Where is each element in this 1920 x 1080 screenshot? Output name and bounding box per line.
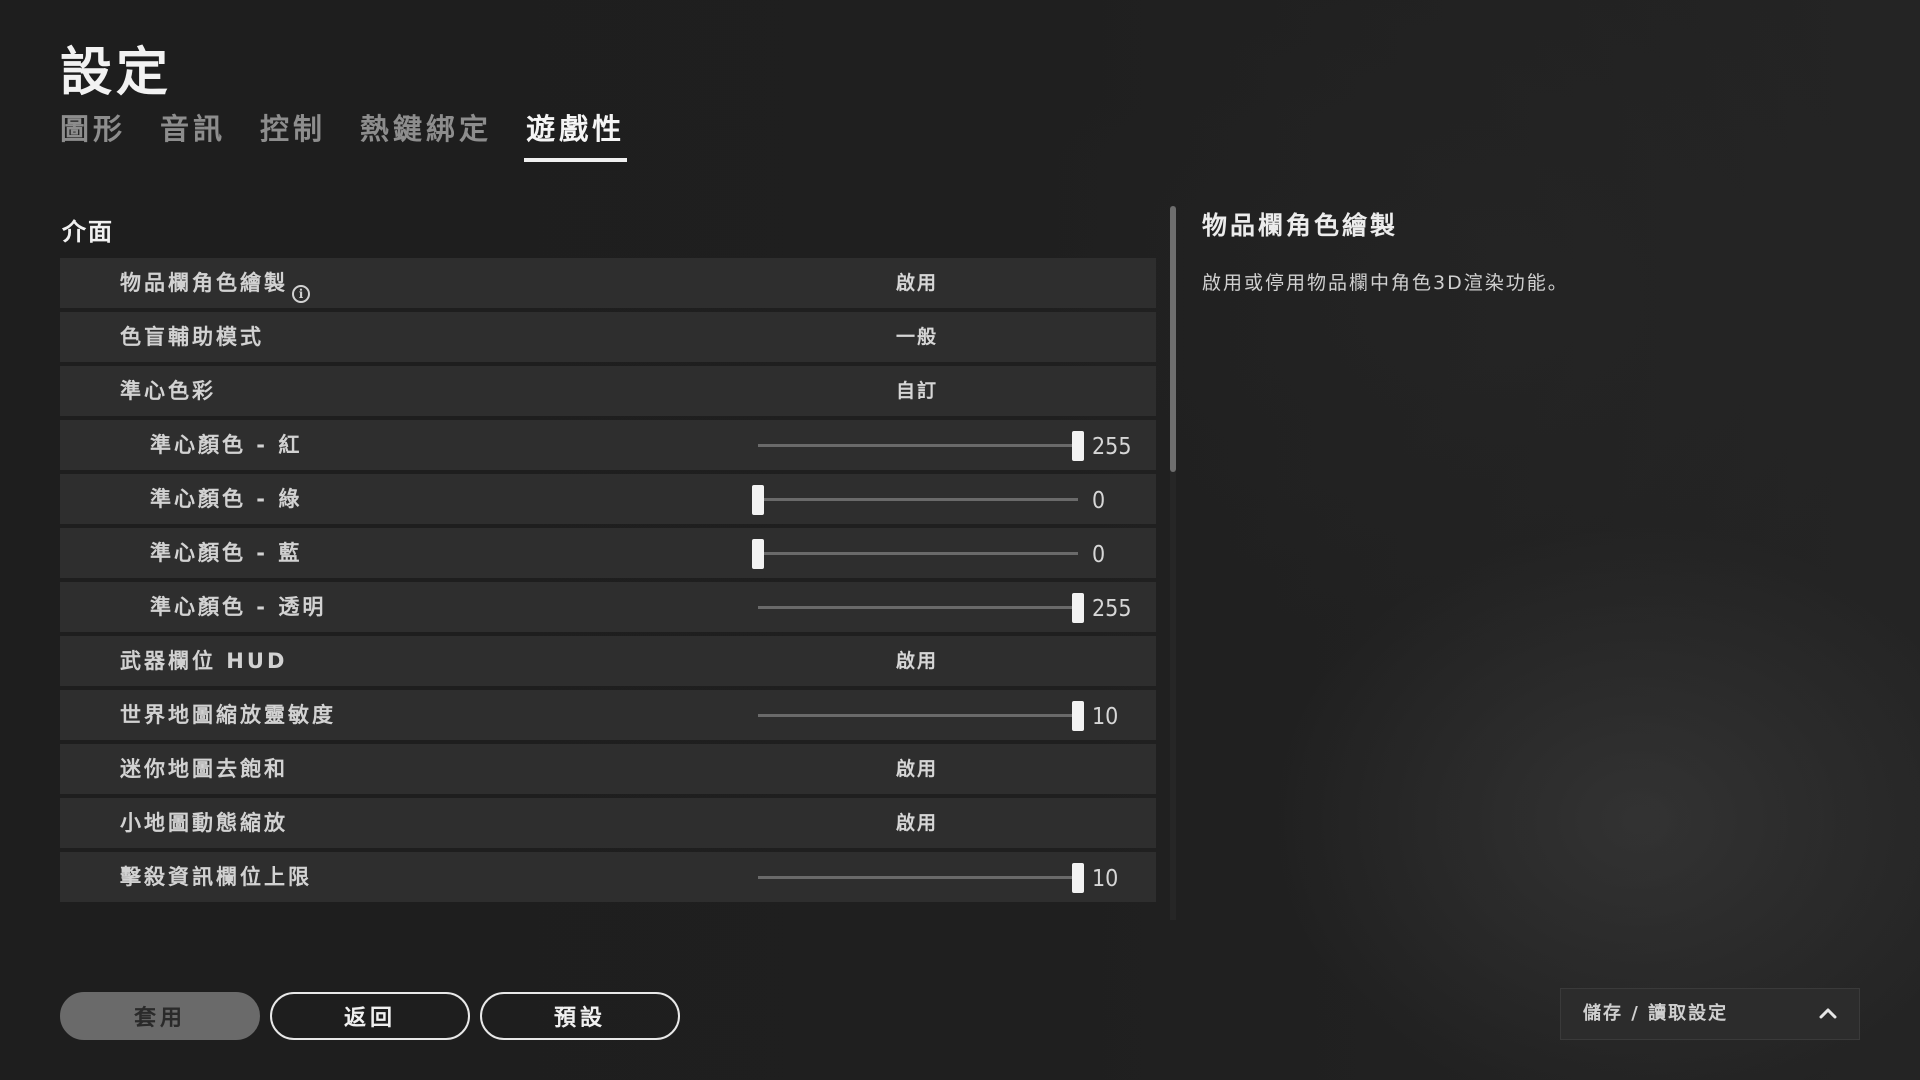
option-value[interactable]: 啟用 <box>896 258 938 308</box>
settings-scrollbar[interactable] <box>1170 206 1176 920</box>
apply-button[interactable]: 套用 <box>60 992 260 1040</box>
setting-row[interactable]: 準心顏色 - 透明 255 <box>60 582 1156 632</box>
setting-label-text: 色盲輔助模式 <box>120 325 264 349</box>
setting-label-text: 小地圖動態縮放 <box>120 811 288 835</box>
slider-thumb[interactable] <box>752 485 764 515</box>
slider-track[interactable] <box>758 714 1078 717</box>
setting-row[interactable]: 物品欄角色繪製 i 啟用 <box>60 258 1156 308</box>
setting-label: 擊殺資訊欄位上限 <box>120 852 312 902</box>
option-value[interactable]: 啟用 <box>896 798 938 848</box>
slider-track[interactable] <box>758 552 1078 555</box>
slider-track[interactable] <box>758 606 1078 609</box>
slider-value: 10 <box>1092 866 1119 892</box>
save-load-settings-dropdown[interactable]: 儲存 / 讀取設定 <box>1560 988 1860 1040</box>
slider-value: 0 <box>1092 488 1106 514</box>
settings-screen: 設定 圖形 音訊 控制 熱鍵綁定 遊戲性 介面 物品欄角色繪製 i 啟用 色盲輔助模式… <box>0 0 1920 1080</box>
setting-label: 小地圖動態縮放 <box>120 798 288 848</box>
setting-row[interactable]: 迷你地圖去飽和 啟用 <box>60 744 1156 794</box>
setting-row[interactable]: 小地圖動態縮放 啟用 <box>60 798 1156 848</box>
tab-graphics[interactable]: 圖形 <box>60 106 126 156</box>
slider-value: 255 <box>1092 596 1132 622</box>
setting-row[interactable]: 準心顏色 - 綠 0 <box>60 474 1156 524</box>
info-icon[interactable]: i <box>292 285 310 303</box>
settings-list: 物品欄角色繪製 i 啟用 色盲輔助模式 一般 準心色彩 自訂 準心顏色 - 紅 255 準心顏色 … <box>60 258 1156 922</box>
slider-value: 0 <box>1092 542 1106 568</box>
scrollbar-thumb[interactable] <box>1170 206 1176 472</box>
setting-label-text: 準心顏色 - 透明 <box>150 595 327 619</box>
section-title: 介面 <box>62 218 114 246</box>
option-value[interactable]: 啟用 <box>896 744 938 794</box>
tab-controls[interactable]: 控制 <box>260 106 326 156</box>
slider-thumb[interactable] <box>1072 431 1084 461</box>
setting-row[interactable]: 擊殺資訊欄位上限 10 <box>60 852 1156 902</box>
option-value[interactable]: 自訂 <box>896 366 938 416</box>
description-text: 啟用或停用物品欄中角色3D渲染功能。 <box>1202 272 1569 294</box>
setting-label: 世界地圖縮放靈敏度 <box>120 690 336 740</box>
option-value[interactable]: 一般 <box>896 312 938 362</box>
setting-row[interactable]: 準心顏色 - 紅 255 <box>60 420 1156 470</box>
setting-label-text: 準心顏色 - 綠 <box>150 487 303 511</box>
setting-row[interactable]: 色盲輔助模式 一般 <box>60 312 1156 362</box>
slider-thumb[interactable] <box>1072 593 1084 623</box>
back-button[interactable]: 返回 <box>270 992 470 1040</box>
chevron-up-icon <box>1819 1008 1837 1019</box>
setting-row[interactable]: 武器欄位 HUD 啟用 <box>60 636 1156 686</box>
setting-label-text: 世界地圖縮放靈敏度 <box>120 703 336 727</box>
description-title: 物品欄角色繪製 <box>1202 211 1399 240</box>
slider-value: 10 <box>1092 704 1119 730</box>
tab-audio[interactable]: 音訊 <box>160 106 226 156</box>
setting-label-text: 物品欄角色繪製 <box>120 271 288 295</box>
tab-gameplay[interactable]: 遊戲性 <box>524 106 628 162</box>
setting-row[interactable]: 準心顏色 - 藍 0 <box>60 528 1156 578</box>
setting-label-text: 準心色彩 <box>120 379 216 403</box>
setting-label: 準心顏色 - 紅 <box>150 420 302 470</box>
setting-label: 準心顏色 - 綠 <box>150 474 302 524</box>
setting-label: 武器欄位 HUD <box>120 636 287 686</box>
setting-label: 準心顏色 - 透明 <box>150 582 326 632</box>
setting-label-text: 擊殺資訊欄位上限 <box>120 865 312 889</box>
slider-track[interactable] <box>758 444 1078 447</box>
slider-track[interactable] <box>758 876 1078 879</box>
page-title: 設定 <box>60 43 173 103</box>
slider-thumb[interactable] <box>1072 863 1084 893</box>
option-value[interactable]: 啟用 <box>896 636 938 686</box>
default-button[interactable]: 預設 <box>480 992 680 1040</box>
tab-keybindings[interactable]: 熱鍵綁定 <box>360 106 492 156</box>
slider-track[interactable] <box>758 498 1078 501</box>
setting-label-text: 武器欄位 HUD <box>120 649 288 673</box>
setting-label-text: 迷你地圖去飽和 <box>120 757 288 781</box>
setting-label-text: 準心顏色 - 紅 <box>150 433 303 457</box>
settings-tabs: 圖形 音訊 控制 熱鍵綁定 遊戲性 <box>60 106 659 162</box>
save-load-label: 儲存 / 讀取設定 <box>1583 1003 1729 1024</box>
setting-label-text: 準心顏色 - 藍 <box>150 541 303 565</box>
setting-label: 準心顏色 - 藍 <box>150 528 302 578</box>
slider-value: 255 <box>1092 434 1132 460</box>
setting-label: 迷你地圖去飽和 <box>120 744 288 794</box>
slider-thumb[interactable] <box>1072 701 1084 731</box>
slider-thumb[interactable] <box>752 539 764 569</box>
setting-label: 準心色彩 <box>120 366 216 416</box>
setting-label: 色盲輔助模式 <box>120 312 264 362</box>
setting-label: 物品欄角色繪製 i <box>120 258 310 308</box>
setting-row[interactable]: 世界地圖縮放靈敏度 10 <box>60 690 1156 740</box>
setting-row[interactable]: 準心色彩 自訂 <box>60 366 1156 416</box>
